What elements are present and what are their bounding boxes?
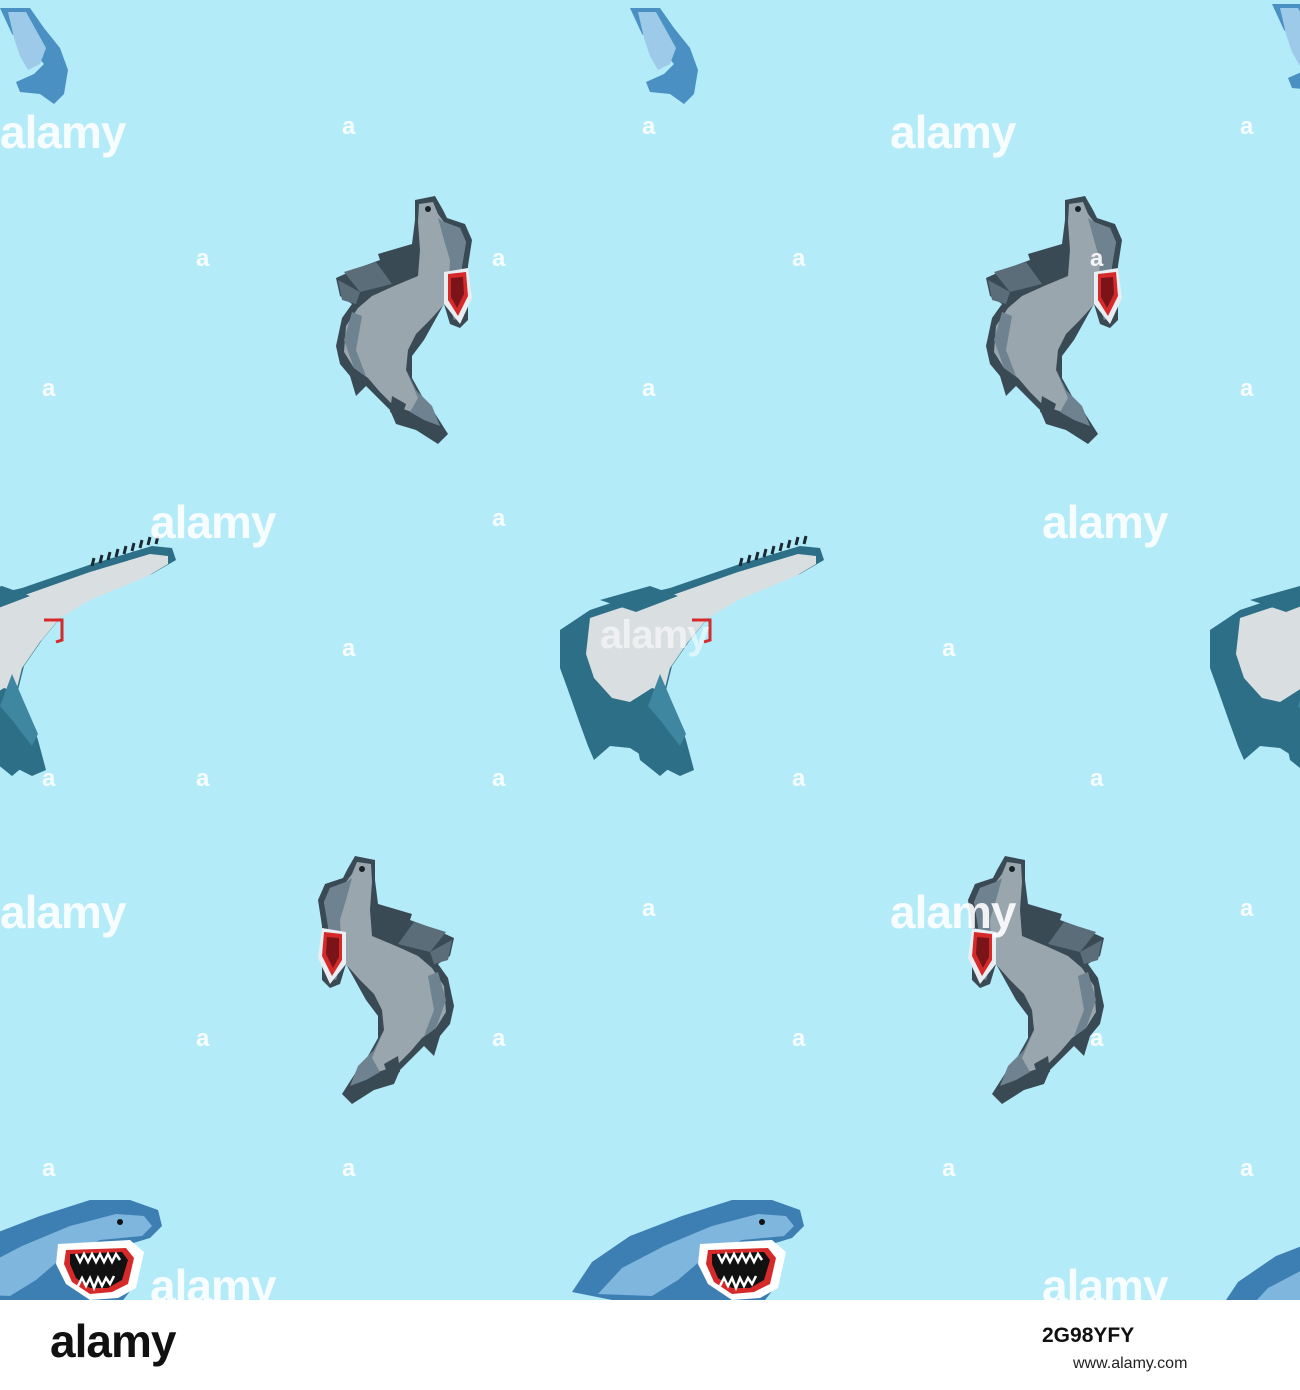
watermark-letter: a xyxy=(942,1155,956,1182)
watermark-letter: a xyxy=(492,245,506,272)
watermark-letter: a xyxy=(492,505,506,532)
watermark-word: alamy xyxy=(150,496,277,548)
watermark-letter: a xyxy=(1240,895,1254,922)
watermark-word: alamy xyxy=(0,106,127,158)
watermark-letter: a xyxy=(492,1025,506,1052)
watermark-letter: a xyxy=(942,635,956,662)
watermark-letter: a xyxy=(492,765,506,792)
watermark-letter: a xyxy=(792,1025,806,1052)
watermark-letter: a xyxy=(42,1155,56,1182)
shark-pattern: alamy alamy alamy alamy alamy alamy alam… xyxy=(0,0,1300,1300)
watermark-letter: a xyxy=(196,245,210,272)
watermark-letter: a xyxy=(196,765,210,792)
watermark-letter: a xyxy=(1240,1155,1254,1182)
watermark-word: alamy xyxy=(1042,496,1169,548)
watermark-letter: a xyxy=(342,113,356,140)
watermark-letter: a xyxy=(42,765,56,792)
footer-logo: alamy xyxy=(50,1315,176,1367)
watermark-word: alamy xyxy=(600,613,710,657)
watermark-word: alamy xyxy=(0,886,127,938)
watermark-letter: a xyxy=(196,1025,210,1052)
watermark-word: alamy xyxy=(1042,1260,1169,1300)
watermark-letter: a xyxy=(1240,375,1254,402)
watermark-letter: a xyxy=(792,765,806,792)
watermark-letter: a xyxy=(1090,245,1104,272)
watermark-letter: a xyxy=(1240,113,1254,140)
watermark-letter: a xyxy=(1090,765,1104,792)
pattern-image: alamy alamy alamy alamy alamy alamy alam… xyxy=(0,0,1300,1300)
stock-footer-bar: alamy 2G98YFY www.alamy.com xyxy=(0,1300,1300,1390)
watermark-word: alamy xyxy=(890,886,1017,938)
image-id: 2G98YFY xyxy=(1042,1324,1135,1347)
footer-url: www.alamy.com xyxy=(1073,1355,1188,1372)
watermark-letter: a xyxy=(642,895,656,922)
watermark-letter: a xyxy=(42,375,56,402)
watermark-word: alamy xyxy=(890,106,1017,158)
watermark-letter: a xyxy=(792,245,806,272)
watermark-letter: a xyxy=(342,635,356,662)
watermark-letter: a xyxy=(642,375,656,402)
watermark-word: alamy xyxy=(150,1260,277,1300)
watermark-letter: a xyxy=(342,1155,356,1182)
watermark-letter: a xyxy=(642,113,656,140)
watermark-letter: a xyxy=(1090,1025,1104,1052)
